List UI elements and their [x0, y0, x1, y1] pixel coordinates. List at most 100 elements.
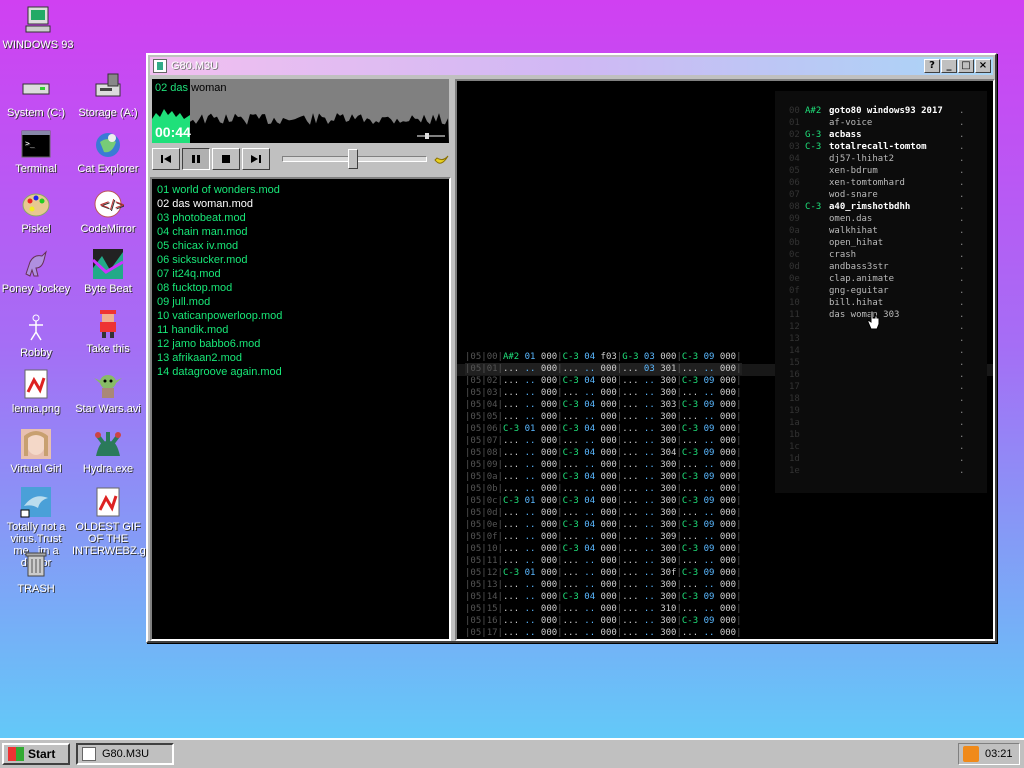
previous-button[interactable]	[152, 148, 180, 170]
playlist-item[interactable]: 10 vaticanpowerloop.mod	[157, 309, 444, 323]
minimize-button[interactable]: _	[941, 59, 957, 73]
svg-text:</>: </>	[99, 198, 124, 213]
playlist-item[interactable]: 07 it24q.mod	[157, 267, 444, 281]
sample-row: 16.	[789, 369, 987, 381]
desktop-icon-poney-jockey[interactable]: Poney Jockey	[0, 248, 72, 295]
maximize-button[interactable]: □	[958, 59, 974, 73]
banana-icon[interactable]	[433, 152, 449, 166]
playlist-file-icon	[153, 59, 167, 73]
previous-icon	[160, 155, 171, 163]
desktop-icon-byte-beat[interactable]: Byte Beat	[72, 248, 144, 295]
pattern-position: 05	[470, 604, 482, 614]
desktop-icon-label: Terminal	[15, 163, 57, 175]
pattern-separator: |	[736, 604, 742, 614]
desktop-icon-terminal[interactable]: >_ Terminal	[0, 128, 72, 175]
pattern-cell: ... .. 000	[562, 616, 617, 626]
desktop-icon-codemirror[interactable]: </> CodeMirror	[72, 188, 144, 235]
window-titlebar[interactable]: G80.M3U ? _ □ ×	[150, 57, 993, 75]
pattern-cell: C-3 09 000	[681, 424, 737, 434]
pattern-position: 05	[470, 364, 482, 374]
pattern-cell: ... .. 000	[502, 388, 558, 398]
pattern-row-number: 0a	[486, 472, 498, 482]
pattern-row: | 05 | 10 |... .. 000 | C-3 04 000 |... .. 300 |…	[465, 543, 742, 555]
sample-dot: .	[959, 382, 965, 392]
next-button[interactable]	[241, 148, 270, 170]
playlist-item[interactable]: 12 jamo babbo6.mod	[157, 337, 444, 351]
desktop-icon-robby[interactable]: Robby	[0, 312, 72, 359]
sample-row: 08 C-3 a40_rimshotbdhh.	[789, 201, 987, 213]
desktop-icon-lenna-png[interactable]: lenna.png	[0, 368, 72, 415]
pattern-cell: ... .. 300	[622, 556, 677, 566]
playlist-item[interactable]: 06 sicksucker.mod	[157, 253, 444, 267]
seek-slider[interactable]	[281, 149, 428, 169]
rss-icon[interactable]	[963, 746, 979, 762]
pattern-cell: ... .. 000	[502, 508, 558, 518]
desktop-icon-oldest-gif[interactable]: OLDEST GIF OF THE INTERWEBZ.gif	[72, 486, 151, 557]
pattern-cell: ... .. 300	[622, 376, 677, 386]
volume-mini-slider[interactable]	[417, 133, 445, 139]
desktop-icon-piskel[interactable]: Piskel	[0, 188, 72, 235]
pixel-character-icon	[92, 308, 124, 340]
sample-dot: .	[959, 358, 965, 368]
sample-note	[805, 333, 829, 345]
help-button[interactable]: ?	[924, 59, 940, 73]
playlist-item[interactable]: 13 afrikaan2.mod	[157, 351, 444, 365]
sample-dot: .	[959, 394, 965, 404]
sample-row: 14.	[789, 345, 987, 357]
sample-number: 0f	[789, 286, 800, 296]
playlist-item[interactable]: 04 chain man.mod	[157, 225, 444, 239]
sample-note	[805, 117, 829, 129]
taskbar: Start G80.M3U 03:21	[0, 738, 1024, 768]
pattern-cell: ... .. 300	[622, 460, 677, 470]
music-player-window[interactable]: G80.M3U ? _ □ × 02 das woman 00:44 01 wo…	[146, 53, 997, 643]
playlist-item[interactable]: 11 handik.mod	[157, 323, 444, 337]
pattern-cell: ... .. 000	[502, 376, 558, 386]
seek-slider-handle[interactable]	[347, 149, 358, 169]
desktop-icon-virtual-girl[interactable]: Virtual Girl	[0, 428, 72, 475]
close-button[interactable]: ×	[975, 59, 991, 73]
desktop-icon-system-c[interactable]: System (C:)	[0, 72, 72, 119]
pattern-position: 05	[470, 568, 482, 578]
taskbar-item-g80-m3u[interactable]: G80.M3U	[76, 743, 174, 765]
pattern-grid: | 05 | 00 | A#2 01 000 | C-3 04 f03 | G-3 03 000 |…	[465, 351, 742, 639]
pattern-row: | 05 | 03 |... .. 000 |... .. 000 |... .. 300 |…	[465, 387, 742, 399]
sample-row: 0b open_hihat.	[789, 237, 987, 249]
pattern-separator: |	[736, 412, 742, 422]
pattern-cell: C-3 01 000	[502, 424, 558, 434]
desktop-icon-windows93[interactable]: WINDOWS 93	[2, 4, 74, 51]
sample-row: 0d andbass3str.	[789, 261, 987, 273]
sample-note	[805, 153, 829, 165]
pattern-separator: |	[736, 508, 742, 518]
pattern-row: | 05 | 14 |... .. 000 | C-3 04 000 |... .. 300 |…	[465, 591, 742, 603]
playlist-item[interactable]: 14 datagroove again.mod	[157, 365, 444, 379]
playlist-item[interactable]: 05 chicax iv.mod	[157, 239, 444, 253]
sample-name: xen-tomtomhard	[829, 178, 905, 188]
desktop-icon-cat-explorer[interactable]: Cat Explorer	[72, 128, 144, 175]
desktop-icon-storage-a[interactable]: Storage (A:)	[72, 72, 144, 119]
desktop-icon-trash[interactable]: TRASH	[0, 548, 72, 595]
stop-button[interactable]	[211, 148, 240, 170]
desktop-icon-star-wars[interactable]: Star Wars.avi	[72, 368, 144, 415]
playlist-item[interactable]: 09 jull.mod	[157, 295, 444, 309]
playlist[interactable]: 01 world of wonders.mod 02 das woman.mod 0…	[150, 177, 451, 641]
desktop-icon-take-this[interactable]: Take this	[72, 308, 144, 355]
sample-note: A#2	[805, 106, 822, 116]
pattern-row-number: 12	[486, 568, 498, 578]
now-playing-prefix: 02 das	[155, 82, 189, 94]
virtual-girl-icon	[20, 428, 52, 460]
sample-row: 02 G-3 acbass.	[789, 129, 987, 141]
sample-name: a40_rimshotbdhh	[829, 202, 911, 212]
pattern-separator: |	[736, 388, 742, 398]
playlist-item[interactable]: 03 photobeat.mod	[157, 211, 444, 225]
playlist-item[interactable]: 01 world of wonders.mod	[157, 183, 444, 197]
pattern-separator: |	[736, 616, 742, 626]
sample-dot: .	[959, 250, 965, 260]
playlist-item[interactable]: 02 das woman.mod	[157, 197, 444, 211]
pattern-cell: ... .. 000	[681, 532, 737, 542]
sample-note	[805, 441, 829, 453]
pattern-row-number: 05	[486, 412, 498, 422]
start-button[interactable]: Start	[2, 743, 70, 765]
playlist-item[interactable]: 08 fucktop.mod	[157, 281, 444, 295]
desktop-icon-hydra-exe[interactable]: Hydra.exe	[72, 428, 144, 475]
pause-button[interactable]	[181, 148, 210, 170]
